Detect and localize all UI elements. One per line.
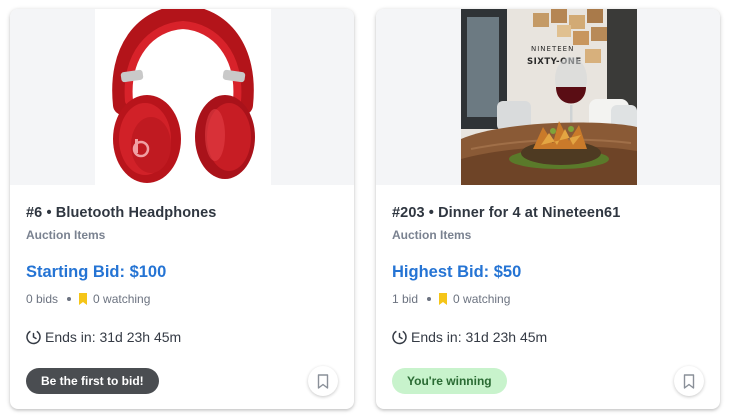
bid-amount: Starting Bid: $100 (26, 263, 167, 281)
dinner-image: NINETEEN SIXTY-ONE (461, 9, 637, 185)
bookmark-button[interactable] (308, 366, 338, 396)
item-category: Auction Items (26, 228, 106, 242)
bookmark-outline-icon (683, 373, 695, 389)
item-image-area: NINETEEN SIXTY-ONE (376, 9, 720, 185)
auction-end-time: Ends in: 31d 23h 45m (391, 328, 547, 345)
ends-text: Ends in: 31d 23h 45m (45, 328, 182, 345)
bookmark-filled-icon (439, 293, 448, 305)
bid-meta: 0 bids 0 watching (26, 292, 150, 306)
auction-end-time: Ends in: 31d 23h 45m (25, 328, 181, 345)
watching-count: 0 watching (453, 292, 511, 306)
ends-text: Ends in: 31d 23h 45m (411, 328, 548, 345)
auction-item-card[interactable]: #6 • Bluetooth Headphones Auction Items … (10, 9, 354, 409)
timer-icon (392, 329, 407, 345)
separator-dot (67, 297, 72, 301)
item-category: Auction Items (392, 228, 472, 242)
item-title[interactable]: #203 • Dinner for 4 at Nineteen61 (392, 205, 620, 221)
bid-status-badge: You're winning (392, 368, 507, 394)
bid-meta: 1 bid 0 watching (392, 292, 510, 306)
item-image-area (10, 9, 354, 185)
item-title[interactable]: #6 • Bluetooth Headphones (26, 205, 216, 221)
bookmark-filled-icon (79, 293, 88, 305)
bid-count: 0 bids (26, 292, 59, 306)
bid-status-badge: Be the first to bid! (26, 368, 159, 394)
watching-count: 0 watching (93, 292, 151, 306)
bookmark-outline-icon (317, 373, 329, 389)
separator-dot (427, 297, 432, 301)
sign-line-1: NINETEEN (531, 45, 574, 53)
bookmark-button[interactable] (674, 366, 704, 396)
timer-icon (26, 329, 41, 345)
headphones-image (95, 9, 271, 185)
auction-item-card[interactable]: NINETEEN SIXTY-ONE #203 • Dinner for 4 a… (376, 9, 720, 409)
bid-amount: Highest Bid: $50 (392, 263, 522, 281)
bid-count: 1 bid (392, 292, 419, 306)
